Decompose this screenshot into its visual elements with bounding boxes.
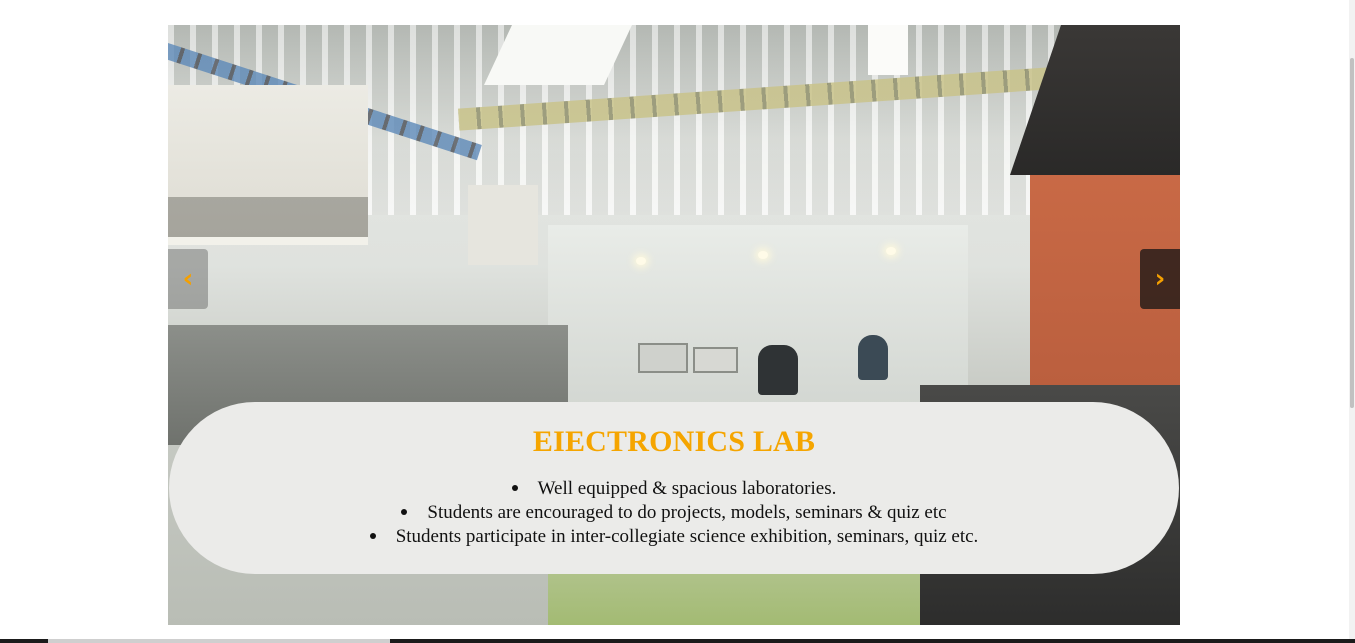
slider-prev-button[interactable]: ‹: [168, 249, 208, 309]
ceiling-lamp: [636, 257, 646, 265]
lab-equipment: [693, 347, 738, 373]
scrollbar-thumb[interactable]: [1350, 58, 1354, 408]
lab-equipment: [638, 343, 688, 373]
slide-caption: EIECTRONICS LAB Well equipped & spacious…: [169, 402, 1179, 574]
page-scrollbar[interactable]: [1349, 0, 1355, 643]
lab-cabinet: [468, 185, 538, 265]
bullet-icon: [511, 484, 518, 491]
list-item-text: Students participate in inter-collegiate…: [395, 526, 979, 547]
list-item-text: Well equipped & spacious laboratories.: [537, 478, 837, 499]
lab-chair: [858, 335, 888, 380]
ceiling-lamp: [886, 247, 896, 255]
list-item: Students participate in inter-collegiate…: [169, 525, 1179, 549]
image-slider: ‹ › EIECTRONICS LAB Well equipped & spac…: [168, 25, 1180, 625]
slide-title: EIECTRONICS LAB: [532, 425, 816, 458]
slide-points: Well equipped & spacious laboratories. S…: [169, 477, 1179, 549]
lab-shelf: [168, 85, 368, 245]
bullet-icon: [401, 508, 408, 515]
bullet-icon: [369, 532, 376, 539]
slider-next-button[interactable]: ›: [1140, 249, 1180, 309]
lab-chair: [758, 345, 798, 395]
list-item: Well equipped & spacious laboratories.: [169, 477, 1179, 501]
chevron-left-icon: ‹: [182, 264, 194, 294]
ceiling-lamp: [758, 251, 768, 259]
list-item: Students are encouraged to do projects, …: [169, 501, 1179, 525]
list-item-text: Students are encouraged to do projects, …: [427, 502, 947, 523]
bottom-edge-strip: [0, 639, 1355, 643]
chevron-right-icon: ›: [1154, 264, 1166, 294]
skylight: [868, 25, 908, 75]
